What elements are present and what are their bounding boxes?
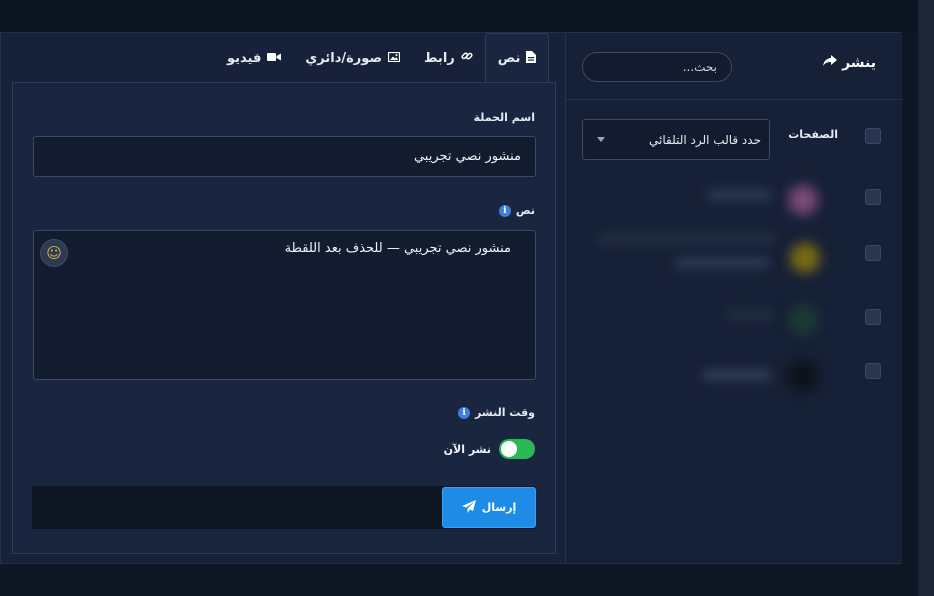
text-label-text: نص	[515, 204, 535, 217]
publish-time-label-text: وقت النشر	[475, 406, 535, 419]
publish-now-control[interactable]: نشر الآن	[444, 439, 535, 459]
campaign-name-value: منشور نصي تجريبي	[413, 149, 521, 164]
chevron-down-icon	[597, 137, 605, 142]
smiley-icon: ☺	[46, 244, 62, 262]
publish-now-label: نشر الآن	[443, 442, 491, 456]
page-avatar	[788, 185, 818, 215]
document-icon	[526, 50, 537, 67]
content-type-tabs: نص رابط صورة/دائري فيديو	[215, 33, 550, 83]
page-checkbox[interactable]	[865, 363, 881, 379]
search-input[interactable]	[582, 52, 732, 82]
info-icon[interactable]: i	[458, 406, 471, 419]
tab-video[interactable]: فيديو	[215, 33, 293, 83]
page-row[interactable]	[566, 299, 903, 339]
vertical-scrollbar[interactable]	[918, 0, 934, 596]
info-icon[interactable]: i	[498, 204, 511, 217]
action-bar: إرسال	[32, 486, 536, 529]
link-icon	[461, 50, 473, 66]
panel-divider	[566, 99, 903, 100]
page-avatar	[788, 305, 818, 335]
emoji-picker-button[interactable]: ☺	[40, 239, 68, 267]
page-avatar	[788, 361, 818, 391]
toggle-knob	[501, 441, 517, 457]
publish-header: ينشر	[823, 55, 876, 71]
send-button-label: إرسال	[481, 501, 517, 514]
image-icon	[387, 51, 401, 66]
page-row[interactable]	[566, 355, 903, 395]
page-row[interactable]	[566, 181, 903, 221]
top-bar	[0, 0, 918, 32]
select-all-checkbox[interactable]	[865, 128, 881, 144]
publish-title: ينشر	[842, 55, 876, 71]
page-name-blurred	[706, 189, 772, 201]
page-name-blurred	[726, 309, 774, 321]
paper-plane-icon	[461, 499, 476, 516]
text-label: نص i	[498, 204, 535, 217]
bottom-strip	[0, 564, 918, 596]
reply-template-select[interactable]: حدد قالب الرد التلقائي	[582, 119, 770, 160]
scrollbar-thumb[interactable]	[921, 0, 931, 596]
page-avatar	[790, 243, 820, 273]
campaign-name-label-text: اسم الحملة	[473, 111, 535, 124]
page-row[interactable]	[566, 233, 903, 277]
post-text-value: منشور نصي تجريبي — للحذف بعد اللقطة	[284, 241, 511, 256]
campaign-name-label: اسم الحملة	[474, 111, 535, 124]
tab-label: رابط	[424, 50, 455, 66]
tab-label: نص	[497, 51, 521, 66]
tab-label: فيديو	[227, 50, 262, 66]
post-text-area[interactable]: منشور نصي تجريبي — للحذف بعد اللقطة ☺	[33, 230, 536, 380]
page-checkbox[interactable]	[865, 245, 881, 261]
video-camera-icon	[267, 51, 282, 66]
tab-image[interactable]: صورة/دائري	[293, 33, 412, 83]
send-button[interactable]: إرسال	[442, 487, 536, 528]
campaign-name-input[interactable]: منشور نصي تجريبي	[33, 136, 536, 177]
pages-label: الصفحات	[788, 128, 838, 141]
post-form: اسم الحملة منشور نصي تجريبي نص i منشور ن…	[12, 82, 556, 554]
tab-label: صورة/دائري	[305, 50, 383, 66]
share-arrow-icon	[823, 55, 838, 71]
publish-now-toggle[interactable]	[499, 439, 535, 459]
publish-time-label: وقت النشر i	[458, 406, 535, 419]
pages-panel: ينشر الصفحات حدد قالب الرد التلقائي	[565, 33, 903, 563]
tab-text[interactable]: نص	[484, 33, 550, 83]
tab-link[interactable]: رابط	[412, 33, 485, 83]
page-checkbox[interactable]	[865, 189, 881, 205]
page-name-blurred	[596, 233, 776, 245]
page-checkbox[interactable]	[865, 309, 881, 325]
reply-template-value: حدد قالب الرد التلقائي	[649, 132, 761, 147]
page-subtitle-blurred	[674, 257, 770, 269]
page-name-blurred	[702, 369, 772, 381]
